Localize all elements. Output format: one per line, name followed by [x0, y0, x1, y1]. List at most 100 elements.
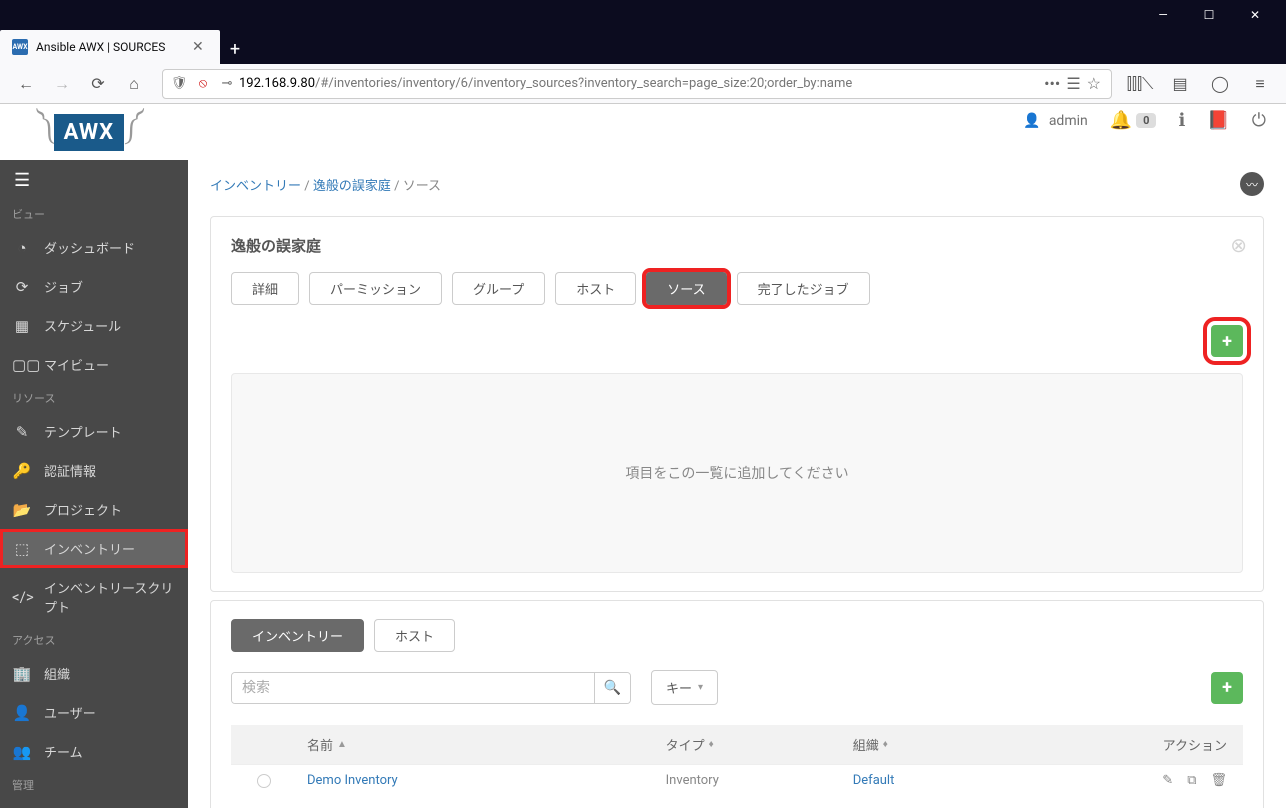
url-text: 192.168.9.80/#/inventories/inventory/6/i… — [239, 76, 1038, 91]
sidebar-item-label: インベントリースクリプト — [44, 578, 176, 616]
nav-home-button[interactable]: ⌂ — [118, 68, 150, 100]
sidebar-item-templates[interactable]: ✎テンプレート — [0, 412, 188, 451]
account-icon[interactable]: ◯ — [1204, 68, 1236, 100]
main-content: インベントリー / 逸般の誤家庭 / ソース 〰 ⊗ 逸般の誤家庭 詳細 パーミ… — [188, 104, 1286, 808]
tab-details[interactable]: 詳細 — [231, 272, 299, 305]
bookmark-icon[interactable]: ☆ — [1087, 74, 1101, 93]
breadcrumb-current: ソース — [403, 179, 441, 194]
sidebar-item-credentials[interactable]: 🔑 認証情報 — [0, 451, 188, 490]
credentials-icon: 🔑 — [12, 462, 32, 480]
sidebar-item-label: 認証情報 — [44, 461, 176, 480]
sidebar-item-dashboard[interactable]: ◔ダッシュボード — [0, 228, 188, 267]
sidebar-item-label: 組織 — [44, 664, 176, 683]
delete-icon[interactable]: 🗑 — [1210, 773, 1227, 788]
sidebar-item-label: プロジェクト — [44, 500, 176, 519]
copy-icon[interactable]: ⧉ — [1187, 773, 1196, 788]
new-tab-button[interactable]: + — [220, 34, 250, 64]
plus-icon: + — [1222, 677, 1232, 698]
browser-toolbar: ← → ⟳ ⌂ 🛡 ⦸ ⊸ 192.168.9.80/#/inventories… — [0, 64, 1286, 104]
sidebar-item-schedules[interactable]: ▦スケジュール — [0, 306, 188, 345]
th-action: アクション — [1040, 735, 1227, 754]
sidebar-item-inventories[interactable]: ⬚インベントリー — [0, 529, 188, 568]
shield-icon: 🛡 — [167, 76, 191, 91]
breadcrumb-inventory-name[interactable]: 逸般の誤家庭 — [313, 179, 391, 194]
row-org-link[interactable]: Default — [853, 773, 1040, 788]
tab-permissions[interactable]: パーミッション — [309, 272, 442, 305]
top-toolbar: 👤 admin 🔔 0 ℹ 📕 ⏻ — [1023, 110, 1266, 131]
sidebar-item-label: スケジュール — [44, 316, 176, 335]
subtab-hosts[interactable]: ホスト — [374, 619, 455, 652]
search-icon: 🔍 — [604, 680, 621, 696]
sidebar-item-teams[interactable]: 👥チーム — [0, 732, 188, 771]
key-dropdown-button[interactable]: キー — [651, 670, 718, 705]
sidebar-collapse-button[interactable]: ☰ — [0, 160, 188, 200]
nav-back-button[interactable]: ← — [10, 68, 42, 100]
sort-icon: ♦ — [709, 739, 714, 750]
subtab-inventories[interactable]: インベントリー — [231, 619, 364, 652]
sidebar-item-myview[interactable]: ▢▢マイビュー — [0, 345, 188, 384]
browser-menu-button[interactable]: ≡ — [1244, 68, 1276, 100]
sidebar-item-inventory-scripts[interactable]: </>インベントリースクリプト — [0, 568, 188, 626]
book-icon: 📕 — [1207, 110, 1229, 131]
add-source-button[interactable]: + — [1211, 325, 1243, 357]
browser-tab-active[interactable]: AWX Ansible AWX | SOURCES ✕ — [0, 30, 220, 64]
projects-icon: 📂 — [12, 501, 32, 519]
th-type[interactable]: タイプ ♦ — [666, 735, 853, 754]
sidebar-item-credential-types[interactable]: 🔑認証情報タイプ — [0, 799, 188, 808]
sidebar-item-projects[interactable]: 📂 プロジェクト — [0, 490, 188, 529]
notification-count: 0 — [1136, 113, 1156, 128]
inventories-icon: ⬚ — [12, 540, 32, 558]
plus-icon: + — [1222, 331, 1232, 352]
tab-sources[interactable]: ソース — [646, 272, 726, 305]
breadcrumb: インベントリー / 逸般の誤家庭 / ソース — [210, 175, 441, 194]
inventory-table-header: 名前 ▲ タイプ ♦ 組織 ♦ アクション — [231, 725, 1243, 764]
docs-button[interactable]: 📕 — [1207, 110, 1229, 131]
page-actions-icon[interactable]: ••• — [1044, 74, 1060, 93]
sidebar-item-organizations[interactable]: 🏢組織 — [0, 654, 188, 693]
edit-icon[interactable]: ✎ — [1162, 773, 1173, 788]
pulse-icon: 〰 — [1246, 176, 1258, 193]
nav-reload-button[interactable]: ⟳ — [82, 68, 114, 100]
url-bar[interactable]: 🛡 ⦸ ⊸ 192.168.9.80/#/inventories/invento… — [162, 69, 1112, 99]
sources-panel: ⊗ 逸般の誤家庭 詳細 パーミッション グループ ホスト ソース 完了したジョブ… — [210, 216, 1264, 592]
sidebar-item-jobs[interactable]: ⟳ジョブ — [0, 267, 188, 306]
power-icon: ⏻ — [1252, 110, 1266, 131]
th-name[interactable]: 名前 ▲ — [307, 735, 666, 754]
sidebar-item-label: ジョブ — [44, 277, 176, 296]
search-input[interactable] — [232, 673, 594, 703]
sidebar-section-title: アクセス — [0, 626, 188, 654]
th-org[interactable]: 組織 ♦ — [853, 735, 1040, 754]
tab-completed-jobs[interactable]: 完了したジョブ — [737, 272, 870, 305]
window-minimize-button[interactable]: — — [1140, 0, 1186, 30]
tab-groups[interactable]: グループ — [452, 272, 545, 305]
activity-stream-button[interactable]: 〰 — [1240, 172, 1264, 196]
sidebar-item-label: マイビュー — [44, 355, 176, 374]
sidebar: ☰ ビュー◔ダッシュボード⟳ジョブ▦スケジュール▢▢マイビューリソース✎テンプレ… — [0, 104, 188, 808]
info-button[interactable]: ℹ — [1178, 110, 1185, 131]
user-menu[interactable]: 👤 admin — [1023, 113, 1087, 129]
nav-forward-button[interactable]: → — [46, 68, 78, 100]
library-icon[interactable]: ⫿⫿⫿⟍ — [1124, 68, 1156, 100]
insecure-icon: ⦸ — [191, 76, 215, 91]
row-type: Inventory — [666, 773, 853, 788]
row-name-link[interactable]: Demo Inventory — [307, 773, 666, 788]
sources-empty-state: 項目をこの一覧に追加してください — [231, 373, 1243, 573]
sidebar-toggle-icon[interactable]: ▤ — [1164, 68, 1196, 100]
notifications-button[interactable]: 🔔 0 — [1110, 110, 1157, 131]
window-titlebar: — ☐ ✕ — [0, 0, 1286, 30]
window-maximize-button[interactable]: ☐ — [1186, 0, 1232, 30]
logout-button[interactable]: ⏻ — [1252, 110, 1266, 131]
reader-mode-icon[interactable]: ☰ — [1066, 74, 1080, 93]
panel-title: 逸般の誤家庭 — [231, 235, 1243, 256]
panel-close-button[interactable]: ⊗ — [1230, 233, 1247, 257]
tab-close-button[interactable]: ✕ — [192, 39, 208, 55]
tab-hosts[interactable]: ホスト — [555, 272, 636, 305]
sidebar-section-title: 管理 — [0, 771, 188, 799]
add-inventory-button[interactable]: + — [1211, 672, 1243, 704]
breadcrumb-inventories[interactable]: インベントリー — [210, 179, 301, 194]
sidebar-item-users[interactable]: 👤ユーザー — [0, 693, 188, 732]
username-label: admin — [1049, 113, 1088, 129]
window-close-button[interactable]: ✕ — [1232, 0, 1278, 30]
search-submit-button[interactable]: 🔍 — [594, 673, 630, 703]
sort-icon: ♦ — [883, 739, 888, 750]
